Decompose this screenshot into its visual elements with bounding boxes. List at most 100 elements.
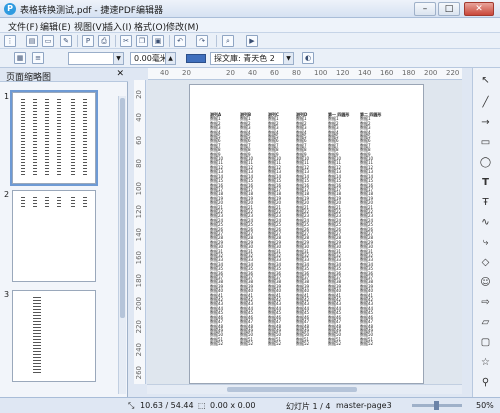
ruler-h-tick: 100 xyxy=(314,69,328,77)
table-column: 测列C 数据1 数据2 数据3 数据4 数据5 数据6 数据7 数据8 数据9 数据10 数据11 数据… xyxy=(268,112,282,347)
points-tool-icon[interactable]: ⚲ xyxy=(479,376,492,389)
ruler-h-tick: 220 xyxy=(446,69,460,77)
ruler-v-tick: 40 xyxy=(135,113,143,122)
copy-icon[interactable]: ❐ xyxy=(136,35,148,47)
menu-modify[interactable]: 修改(M) xyxy=(166,20,199,33)
maximize-button[interactable]: □ xyxy=(438,2,460,16)
ruler-v-tick: 260 xyxy=(135,366,143,380)
thumbnail-panel-header: 页面缩略图 ✕ xyxy=(0,68,128,83)
menu-edit[interactable]: 编辑(E) xyxy=(40,20,71,33)
title-bar: P 表格转换测试.pdf - 捷速PDF编辑器 – □ ✕ xyxy=(0,0,500,18)
menu-bar: 文件(F) 编辑(E) 视图(V) 插入(I) 格式(O) 修改(M) xyxy=(0,18,500,33)
menu-view[interactable]: 视图(V) xyxy=(74,20,105,33)
undo-icon[interactable]: ↶ xyxy=(174,35,186,47)
connector-tool-icon[interactable]: ⤷ xyxy=(479,236,492,249)
minimize-button[interactable]: – xyxy=(414,2,436,16)
document-page[interactable]: 测列A 数据1 数据2 数据3 数据4 数据5 数据6 数据7 数据8 数据9 数据10 数据11 数据… xyxy=(189,84,424,384)
line-tool-icon[interactable]: ╱ xyxy=(479,96,492,109)
cut-icon[interactable]: ✂ xyxy=(120,35,132,47)
ruler-h-tick: 160 xyxy=(380,69,394,77)
select-arrow-icon[interactable]: ↖ xyxy=(479,74,492,87)
text-tool-icon[interactable]: T xyxy=(479,176,492,189)
line-style-icon[interactable]: ≡ xyxy=(32,52,44,64)
line-width-value: 0.00毫米 xyxy=(134,54,168,63)
ruler-v-tick: 220 xyxy=(135,320,143,334)
ruler-v-tick: 20 xyxy=(135,90,143,99)
stars-icon[interactable]: ☆ xyxy=(479,356,492,369)
cursor-position-icon: ⤡ xyxy=(128,401,135,410)
ruler-v-tick: 120 xyxy=(135,205,143,219)
table-column: 第二 四圆形 数据1 数据2 数据3 数据4 数据5 数据6 数据7 数据8 数据9 数据10 数据1… xyxy=(360,112,382,347)
close-panel-icon[interactable]: ✕ xyxy=(116,69,124,79)
horizontal-scrollbar[interactable] xyxy=(147,384,462,394)
page-thumbnail-3[interactable] xyxy=(12,290,96,382)
ruler-h-tick: 60 xyxy=(270,69,279,77)
ruler-h-tick: 200 xyxy=(424,69,438,77)
edit-file-icon[interactable]: ✎ xyxy=(60,35,72,47)
flowchart-icon[interactable]: ▱ xyxy=(479,316,492,329)
zoom-icon[interactable]: ⌕ xyxy=(222,35,234,47)
arrow-tool-icon[interactable]: → xyxy=(479,116,492,129)
menu-format[interactable]: 格式(O) xyxy=(134,20,166,33)
object-size: 0.00 x 0.00 xyxy=(210,401,256,410)
ruler-v-tick: 160 xyxy=(135,251,143,265)
export-pdf-icon[interactable]: P xyxy=(82,35,94,47)
vertical-text-icon[interactable]: Ŧ xyxy=(479,196,492,209)
ellipse-tool-icon[interactable]: ◯ xyxy=(479,156,492,169)
zoom-level: 50% xyxy=(476,401,494,410)
paste-icon[interactable]: ▣ xyxy=(152,35,164,47)
fill-style-value: 探文庫: 青天色 2 xyxy=(214,54,275,63)
page-thumbnail-1[interactable] xyxy=(10,90,98,186)
status-bar: ⤡ 10.63 / 54.44 ⬚ 0.00 x 0.00 幻灯片 1 / 4 … xyxy=(0,397,500,413)
ruler-v-tick: 60 xyxy=(135,136,143,145)
ruler-h-tick: 180 xyxy=(402,69,416,77)
menu-file[interactable]: 文件(F) xyxy=(8,20,38,33)
window-title: 表格转换测试.pdf - 捷速PDF编辑器 xyxy=(20,6,163,16)
line-width-field[interactable]: 0.00毫米 ▲ xyxy=(130,52,176,65)
curve-tool-icon[interactable]: ∿ xyxy=(479,216,492,229)
horizontal-ruler: 40 20 20 40 60 80 100 120 140 160 180 200 220 xyxy=(148,68,462,80)
ruler-h-tick: 20 xyxy=(182,69,191,77)
basic-shapes-icon[interactable]: ◇ xyxy=(479,256,492,269)
print-icon[interactable]: ⎙ xyxy=(98,35,110,47)
callouts-icon[interactable]: ▢ xyxy=(479,336,492,349)
redo-icon[interactable]: ↷ xyxy=(196,35,208,47)
format-toolbar: ▦ ≡ ▼ 0.00毫米 ▲ 探文庫: 青天色 2 ▼ ◐ xyxy=(0,49,500,68)
menu-insert[interactable]: 插入(I) xyxy=(104,20,132,33)
fill-color-swatch[interactable] xyxy=(186,54,206,63)
thumbnail-scrollbar[interactable] xyxy=(118,96,126,394)
close-button[interactable]: ✕ xyxy=(464,2,494,16)
symbol-shapes-icon[interactable]: ☺ xyxy=(479,276,492,289)
slide-indicator: 幻灯片 1 / 4 xyxy=(286,402,331,411)
thumbnail-panel-title: 页面缩略图 xyxy=(6,73,52,83)
page-number-2: 2 xyxy=(4,190,10,199)
table-column: 测列A 数据1 数据2 数据3 数据4 数据5 数据6 数据7 数据8 数据9 数据10 数据11 数据… xyxy=(210,112,224,347)
slideshow-icon[interactable]: ▶ xyxy=(246,35,258,47)
table-column: 测列D 数据1 数据2 数据3 数据4 数据5 数据6 数据7 数据8 数据9 数据10 数据11 数据… xyxy=(296,112,310,347)
zoom-slider[interactable] xyxy=(412,401,462,410)
new-file-icon[interactable]: ▤ xyxy=(26,35,38,47)
shadow-icon[interactable]: ◐ xyxy=(302,52,314,64)
ruler-v-tick: 180 xyxy=(135,274,143,288)
ruler-h-tick: 120 xyxy=(336,69,350,77)
toolbar-handle-icon: ⋮ xyxy=(4,35,16,47)
standard-toolbar: ⋮ ▤ ▭ ✎ P ⎙ ✂ ❐ ▣ ↶ ↷ ⌕ ▶ xyxy=(0,33,500,49)
ruler-h-tick: 40 xyxy=(248,69,257,77)
page-number-1: 1 xyxy=(4,92,10,101)
document-workarea: 测列A 数据1 数据2 数据3 数据4 数据5 数据6 数据7 数据8 数据9 数据10 数据11 数据… xyxy=(147,80,462,384)
open-folder-icon[interactable]: ▭ xyxy=(42,35,54,47)
line-style-combo[interactable]: ▼ xyxy=(68,52,124,65)
page-thumbnail-2[interactable] xyxy=(12,190,96,282)
master-page-name: master-page3 xyxy=(336,401,392,410)
ruler-v-tick: 240 xyxy=(135,343,143,357)
fill-style-combo[interactable]: 探文庫: 青天色 2 ▼ xyxy=(210,52,294,65)
ruler-h-tick: 20 xyxy=(226,69,235,77)
block-arrows-icon[interactable]: ⇨ xyxy=(479,296,492,309)
rectangle-tool-icon[interactable]: ▭ xyxy=(479,136,492,149)
table-column: 第一 四圆形 数据1 数据2 数据3 数据4 数据5 数据6 数据7 数据8 数据9 数据10 数据1… xyxy=(328,112,350,347)
page-thumbnail-panel: 页面缩略图 ✕ 1 2 3 xyxy=(0,68,128,397)
vertical-ruler: 20 40 60 80 100 120 140 160 180 200 220 240 260 xyxy=(134,80,146,384)
ruler-v-tick: 200 xyxy=(135,297,143,311)
grid-icon[interactable]: ▦ xyxy=(14,52,26,64)
ruler-v-tick: 140 xyxy=(135,228,143,242)
